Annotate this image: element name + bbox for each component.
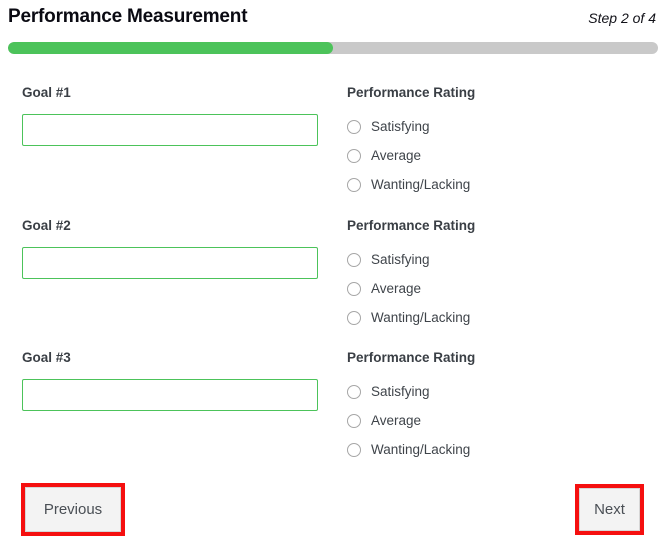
rating-group-1: Performance Rating Satisfying Average Wa… <box>347 85 657 192</box>
rating-option-2-satisfying[interactable]: Satisfying <box>347 252 657 267</box>
rating-option-1-average[interactable]: Average <box>347 148 657 163</box>
radio-circle-icon[interactable] <box>347 281 361 296</box>
rating-option-label: Average <box>371 148 422 163</box>
rating-option-label: Wanting/Lacking <box>371 310 471 325</box>
radio-circle-icon[interactable] <box>347 442 361 457</box>
rating-option-label: Wanting/Lacking <box>371 442 471 457</box>
rating-option-label: Satisfying <box>371 119 430 134</box>
rating-title-3: Performance Rating <box>347 350 476 365</box>
progress-bar-fill <box>8 42 333 54</box>
page-title: Performance Measurement <box>8 6 248 27</box>
rating-title-2: Performance Rating <box>347 218 476 233</box>
progress-bar-track <box>8 42 658 54</box>
rating-option-3-wanting-lacking[interactable]: Wanting/Lacking <box>347 442 657 457</box>
rating-option-label: Satisfying <box>371 252 430 267</box>
next-button[interactable]: Next <box>579 488 640 531</box>
goal-label-2: Goal #2 <box>22 218 71 233</box>
step-indicator: Step 2 of 4 <box>588 10 656 26</box>
rating-option-3-average[interactable]: Average <box>347 413 657 428</box>
rating-group-2: Performance Rating Satisfying Average Wa… <box>347 218 657 325</box>
rating-group-3: Performance Rating Satisfying Average Wa… <box>347 350 657 457</box>
goal-input-3[interactable] <box>22 379 318 411</box>
rating-option-2-wanting-lacking[interactable]: Wanting/Lacking <box>347 310 657 325</box>
goal-input-2[interactable] <box>22 247 318 279</box>
wizard-form-page: Performance Measurement Step 2 of 4 Goal… <box>0 0 666 549</box>
rating-title-1: Performance Rating <box>347 85 476 100</box>
radio-circle-icon[interactable] <box>347 119 361 134</box>
radio-circle-icon[interactable] <box>347 413 361 428</box>
previous-button[interactable]: Previous <box>25 487 121 532</box>
rating-option-label: Satisfying <box>371 384 430 399</box>
goal-field-group-3: Goal #3 <box>22 350 318 411</box>
radio-circle-icon[interactable] <box>347 310 361 325</box>
radio-circle-icon[interactable] <box>347 177 361 192</box>
rating-option-label: Average <box>371 413 422 428</box>
rating-option-1-wanting-lacking[interactable]: Wanting/Lacking <box>347 177 657 192</box>
goal-label-3: Goal #3 <box>22 350 71 365</box>
rating-option-1-satisfying[interactable]: Satisfying <box>347 119 657 134</box>
rating-option-label: Wanting/Lacking <box>371 177 471 192</box>
radio-circle-icon[interactable] <box>347 252 361 267</box>
rating-option-2-average[interactable]: Average <box>347 281 657 296</box>
goal-label-1: Goal #1 <box>22 85 71 100</box>
goal-field-group-1: Goal #1 <box>22 85 318 146</box>
rating-option-3-satisfying[interactable]: Satisfying <box>347 384 657 399</box>
goal-input-1[interactable] <box>22 114 318 146</box>
radio-circle-icon[interactable] <box>347 148 361 163</box>
radio-circle-icon[interactable] <box>347 384 361 399</box>
rating-option-label: Average <box>371 281 422 296</box>
goal-field-group-2: Goal #2 <box>22 218 318 279</box>
